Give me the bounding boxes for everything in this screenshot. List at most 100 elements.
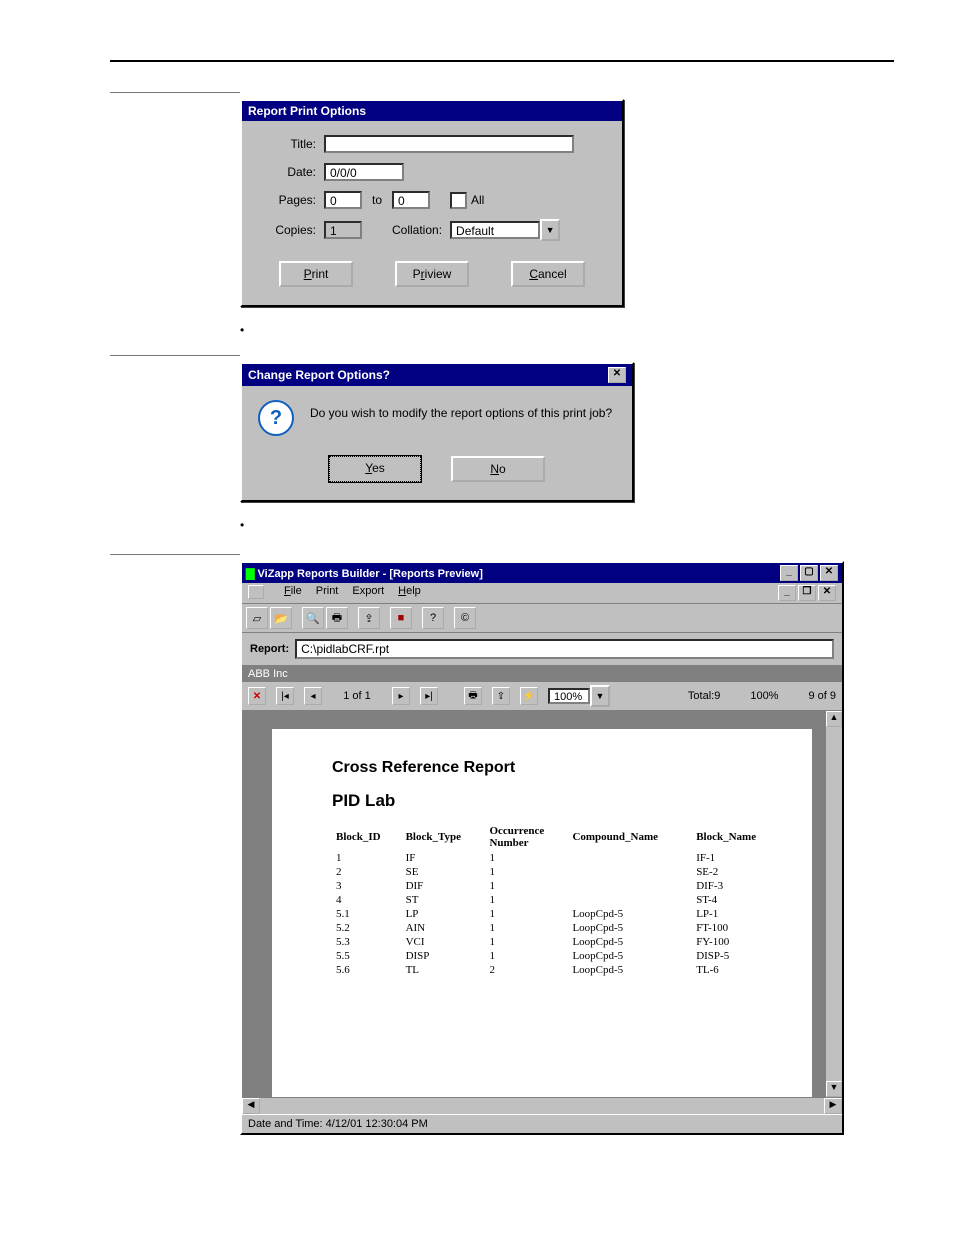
chevron-down-icon[interactable]: ▼: [540, 219, 560, 241]
print-button[interactable]: Print: [279, 261, 353, 287]
mdi-minimize-icon[interactable]: _: [778, 585, 796, 601]
question-icon: ?: [258, 400, 294, 436]
table-row: 5.1LP1LoopCpd-5LP-1: [332, 907, 782, 921]
nav-count: 9 of 9: [808, 690, 836, 702]
date-label: Date:: [258, 165, 316, 179]
figure-caption-rule-3: [110, 554, 240, 555]
nav-pct: 100%: [750, 690, 778, 702]
collation-dropdown[interactable]: Default ▼: [450, 219, 560, 241]
change-dialog-message: Do you wish to modify the report options…: [310, 400, 612, 420]
export-icon[interactable]: ⇪: [358, 607, 380, 629]
top-rule: [110, 60, 894, 62]
col-block-name: Block_Name: [692, 823, 782, 851]
page-to-input[interactable]: 0: [392, 191, 430, 209]
report-page: Cross Reference Report PID Lab Block_ID …: [272, 729, 812, 1097]
scroll-down-icon[interactable]: ▼: [826, 1081, 842, 1097]
menu-bar: File Print Export Help _ ❐ ✕: [242, 583, 842, 604]
col-block-type: Block_Type: [402, 823, 486, 851]
scroll-left-icon[interactable]: ◀: [242, 1098, 260, 1114]
preview-icon[interactable]: 🔍: [302, 607, 324, 629]
nav-close-icon[interactable]: ✕: [248, 687, 266, 705]
nav-prev-icon[interactable]: ◂: [304, 687, 322, 705]
menu-export[interactable]: Export: [352, 585, 384, 601]
nav-refresh-icon[interactable]: ⚡: [520, 687, 538, 705]
stop-icon[interactable]: ■: [390, 607, 412, 629]
copies-input[interactable]: 1: [324, 221, 362, 239]
zoom-dropdown[interactable]: 100% ▼: [548, 685, 610, 707]
col-occurrence: OccurrenceNumber: [485, 823, 568, 851]
chevron-down-icon[interactable]: ▼: [590, 685, 610, 707]
table-row: 4ST1ST-4: [332, 893, 782, 907]
table-row: 5.5DISP1LoopCpd-5DISP-5: [332, 949, 782, 963]
minimize-icon[interactable]: _: [780, 565, 798, 581]
toolbar: ▱ 📂 🔍 🖶 ⇪ ■ ? ©: [242, 604, 842, 633]
no-button[interactable]: No: [451, 456, 545, 482]
table-row: 5.2AIN1LoopCpd-5FT-100: [332, 921, 782, 935]
all-checkbox[interactable]: [450, 192, 467, 209]
copies-label: Copies:: [258, 223, 316, 237]
all-label: All: [471, 193, 484, 207]
figure-caption-rule-1: [110, 92, 240, 93]
to-label: to: [372, 193, 382, 207]
collation-label: Collation:: [392, 223, 442, 237]
change-dialog-title: Change Report Options?: [248, 368, 390, 382]
close-icon[interactable]: ✕: [820, 565, 838, 581]
col-block-id: Block_ID: [332, 823, 402, 851]
app-title: ViZapp Reports Builder - [Reports Previe…: [258, 568, 483, 580]
col-compound: Compound_Name: [568, 823, 692, 851]
table-row: 1IF1IF-1: [332, 851, 782, 865]
menu-help[interactable]: Help: [398, 585, 421, 601]
pages-label: Pages:: [258, 193, 316, 207]
menu-print[interactable]: Print: [316, 585, 339, 601]
close-icon[interactable]: ✕: [608, 367, 626, 383]
mdi-restore-icon[interactable]: ❐: [798, 585, 816, 601]
bullet-icon: •: [240, 323, 260, 337]
status-bar: Date and Time: 4/12/01 12:30:04 PM: [242, 1114, 842, 1133]
nav-next-icon[interactable]: ▸: [392, 687, 410, 705]
nav-first-icon[interactable]: |◂: [276, 687, 294, 705]
report-label: Report:: [250, 643, 289, 655]
cancel-button[interactable]: Cancel: [511, 261, 585, 287]
date-input[interactable]: 0/0/0: [324, 163, 404, 181]
table-row: 3DIF1DIF-3: [332, 879, 782, 893]
table-row: 5.6TL2LoopCpd-5TL-6: [332, 963, 782, 977]
menu-file[interactable]: File: [284, 585, 302, 601]
title-label: Title:: [258, 137, 316, 151]
help-icon[interactable]: ?: [422, 607, 444, 629]
scroll-right-icon[interactable]: ▶: [824, 1098, 842, 1114]
report-subheading: PID Lab: [332, 791, 782, 811]
yes-button[interactable]: Yes: [329, 456, 421, 482]
print-dialog-title: Report Print Options: [242, 101, 622, 121]
app-icon: ▇: [246, 568, 254, 580]
nav-export-icon[interactable]: ⇪: [492, 687, 510, 705]
bullet-icon: •: [240, 518, 260, 532]
print-options-dialog: Report Print Options Title: Date: 0/0/0 …: [240, 99, 624, 307]
print-icon[interactable]: 🖶: [326, 607, 348, 629]
reports-builder-window: ▇ ViZapp Reports Builder - [Reports Prev…: [240, 561, 844, 1135]
preview-button[interactable]: Priview: [395, 261, 469, 287]
title-input[interactable]: [324, 135, 574, 153]
open-icon[interactable]: 📂: [270, 607, 292, 629]
report-heading: Cross Reference Report: [332, 759, 782, 777]
page-from-input[interactable]: 0: [324, 191, 362, 209]
scroll-up-icon[interactable]: ▲: [826, 711, 842, 727]
about-icon[interactable]: ©: [454, 607, 476, 629]
nav-page: 1 of 1: [332, 690, 382, 702]
company-bar: ABB Inc: [242, 666, 842, 682]
nav-print-icon[interactable]: 🖶: [464, 687, 482, 705]
collation-value: Default: [450, 221, 540, 239]
new-icon[interactable]: ▱: [246, 607, 268, 629]
vertical-scrollbar[interactable]: ▲ ▼: [825, 711, 842, 1097]
nav-total: Total:9: [688, 690, 720, 702]
table-row: 5.3VCI1LoopCpd-5FY-100: [332, 935, 782, 949]
horizontal-scrollbar[interactable]: ◀ ▶: [242, 1097, 842, 1114]
report-path-input[interactable]: C:\pidlabCRF.rpt: [295, 639, 834, 659]
report-table: Block_ID Block_Type OccurrenceNumber Com…: [332, 823, 782, 977]
nav-last-icon[interactable]: ▸|: [420, 687, 438, 705]
table-row: 2SE1SE-2: [332, 865, 782, 879]
zoom-value: 100%: [548, 688, 590, 704]
figure-caption-rule-2: [110, 355, 240, 356]
mdi-icon[interactable]: [248, 585, 264, 599]
maximize-icon[interactable]: ▢: [800, 565, 818, 581]
mdi-close-icon[interactable]: ✕: [818, 585, 836, 601]
